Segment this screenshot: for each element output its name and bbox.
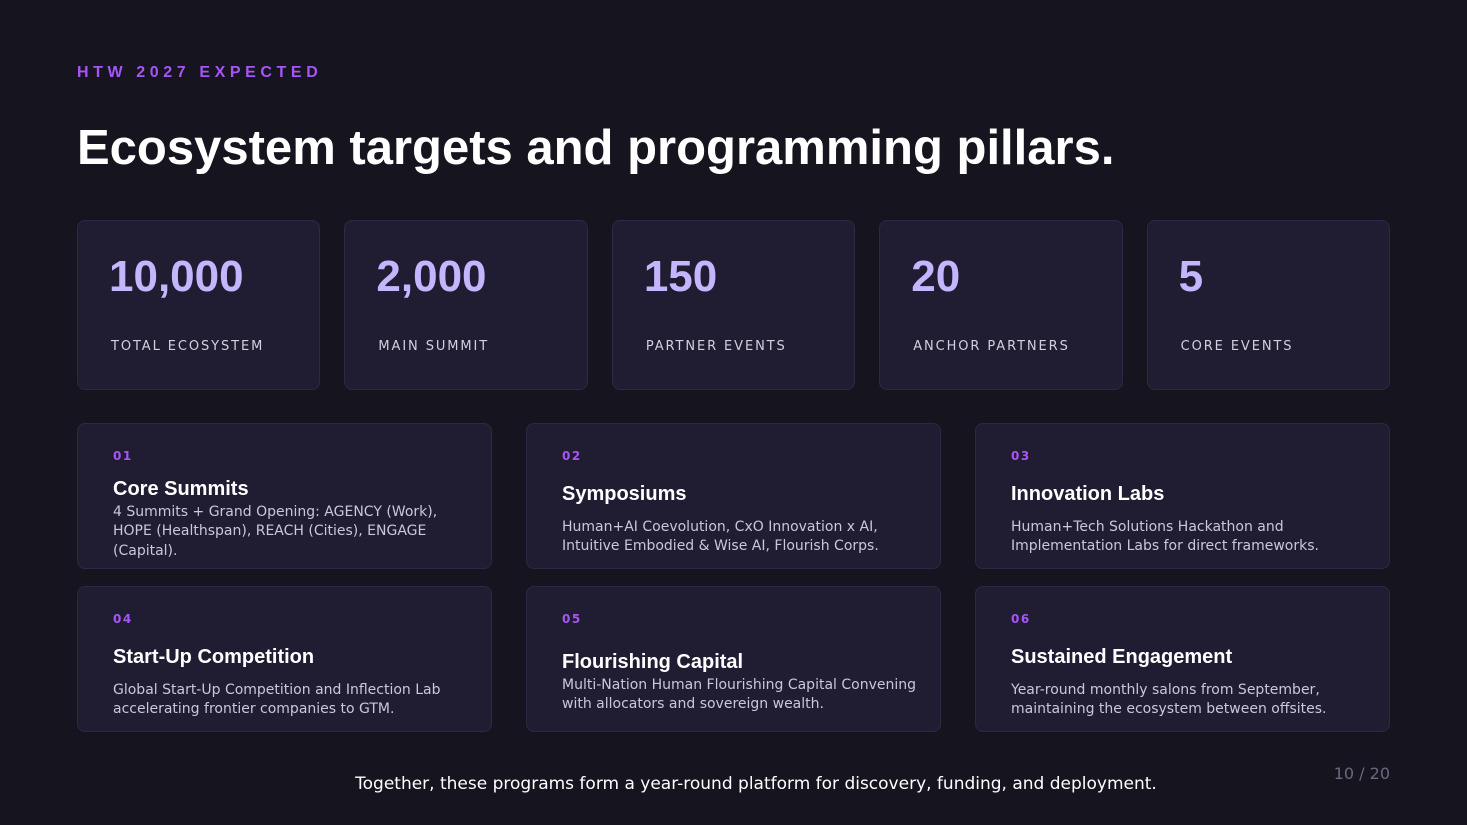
pillar-title: Symposiums [562,482,687,505]
pillar-title: Sustained Engagement [1011,645,1233,668]
stat-value: 2,000 [376,252,487,301]
stat-value: 150 [643,252,718,301]
pillar-number: 01 [113,449,133,463]
stat-value: 10,000 [109,252,244,301]
footer-summary: Together, these programs form a year-rou… [355,774,1157,794]
stat-card-partner-events: 150 PARTNER EVENTS [611,220,856,390]
stat-card-anchor-partners: 20 ANCHOR PARTNERS [879,220,1123,390]
pillar-card-sustained-engagement: 06 Sustained Engagement Year-round month… [975,586,1390,732]
pillar-description: Multi-Nation Human Flourishing Capital C… [562,676,916,713]
pillar-description: Human+AI Coevolution, CxO Innovation x A… [562,518,879,555]
pillar-card-symposiums: 02 Symposiums Human+AI Coevolution, CxO … [526,423,941,569]
page-number: 10 / 20 [1333,764,1390,783]
stat-card-main-summit: 2,000 MAIN SUMMIT [344,220,588,390]
pillar-title: Innovation Labs [1011,482,1165,505]
stat-card-total-ecosystem: 10,000 TOTAL ECOSYSTEM [77,220,321,390]
stat-label: PARTNER EVENTS [645,339,787,354]
stats-row: 10,000 TOTAL ECOSYSTEM 2,000 MAIN SUMMIT… [77,220,1391,390]
page-title: Ecosystem targets and programming pillar… [77,121,1115,175]
pillar-title: Flourishing Capital [562,650,744,673]
pillar-number: 06 [1011,612,1031,626]
pillar-card-start-up-competition: 04 Start-Up Competition Global Start-Up … [77,586,492,732]
pillars-grid: 01 Core Summits 4 Summits + Grand Openin… [77,423,1390,732]
pillar-title: Start-Up Competition [113,645,315,668]
pillar-number: 04 [113,612,133,626]
pillar-description: Human+Tech Solutions Hackathon and Imple… [1011,518,1319,555]
pillar-title: Core Summits [113,477,249,500]
stat-card-core-events: 5 CORE EVENTS [1146,220,1391,390]
eyebrow-label: HTW 2027 EXPECTED [77,64,323,81]
pillar-number: 03 [1011,449,1031,463]
pillar-description: Global Start-Up Competition and Inflecti… [113,681,441,718]
pillar-card-core-summits: 01 Core Summits 4 Summits + Grand Openin… [77,423,492,569]
stat-value: 5 [1178,252,1204,301]
pillar-description: Year-round monthly salons from September… [1011,681,1327,718]
stat-label: TOTAL ECOSYSTEM [111,339,265,354]
pillar-card-flourishing-capital: 05 Flourishing Capital Multi-Nation Huma… [526,586,941,732]
pillar-number: 05 [562,612,582,626]
pillar-number: 02 [562,449,582,463]
stat-value: 20 [911,252,961,301]
pillar-card-innovation-labs: 03 Innovation Labs Human+Tech Solutions … [975,423,1390,569]
stat-label: CORE EVENTS [1180,339,1294,354]
pillar-description: 4 Summits + Grand Opening: AGENCY (Work)… [113,503,438,559]
stat-label: ANCHOR PARTNERS [913,339,1070,354]
stat-label: MAIN SUMMIT [378,339,490,354]
